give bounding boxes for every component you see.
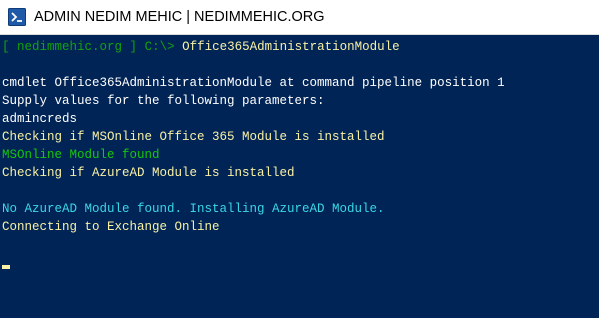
prompt-path: C:\> bbox=[137, 40, 175, 54]
console-line: No AzureAD Module found. Installing Azur… bbox=[2, 202, 385, 216]
prompt-open-bracket: [ bbox=[2, 40, 18, 54]
console-line: cmdlet Office365AdministrationModule at … bbox=[2, 76, 505, 90]
text-cursor bbox=[2, 265, 10, 269]
title-bar[interactable]: ADMIN NEDIM MEHIC | NEDIMMEHIC.ORG bbox=[0, 0, 599, 35]
prompt-close-bracket: ] bbox=[122, 40, 138, 54]
cursor-line bbox=[2, 254, 599, 272]
output-lines: cmdlet Office365AdministrationModule at … bbox=[2, 56, 599, 254]
prompt-line: [ nedimmehic.org ] C:\> Office365Adminis… bbox=[2, 38, 599, 56]
console-line: Connecting to Exchange Online bbox=[2, 220, 220, 234]
console-line: admincreds bbox=[2, 112, 78, 126]
console-output[interactable]: [ nedimmehic.org ] C:\> Office365Adminis… bbox=[0, 35, 599, 318]
console-line: MSOnline Module found bbox=[2, 148, 160, 162]
prompt-command: Office365AdministrationModule bbox=[174, 40, 400, 54]
console-line: Checking if MSOnline Office 365 Module i… bbox=[2, 130, 385, 144]
console-line: Checking if AzureAD Module is installed bbox=[2, 166, 295, 180]
console-line: Supply values for the following paramete… bbox=[2, 94, 325, 108]
powershell-window: ADMIN NEDIM MEHIC | NEDIMMEHIC.ORG [ ned… bbox=[0, 0, 599, 318]
prompt-host: nedimmehic.org bbox=[17, 40, 123, 54]
terminal-icon bbox=[8, 8, 26, 26]
window-title: ADMIN NEDIM MEHIC | NEDIMMEHIC.ORG bbox=[34, 9, 325, 25]
